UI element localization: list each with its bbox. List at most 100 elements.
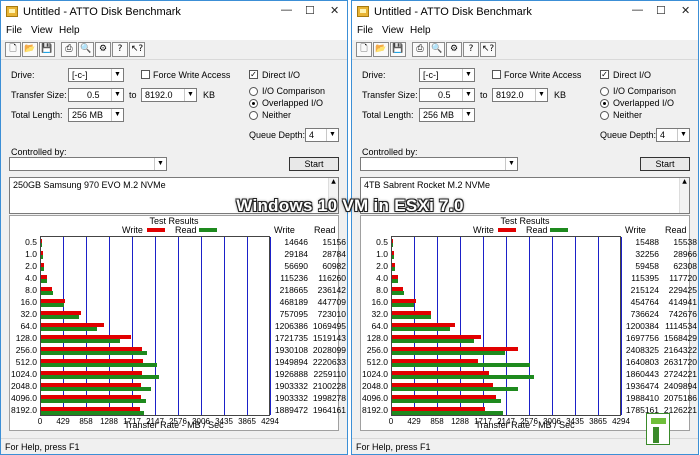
- controlled-by-select[interactable]: ▼: [9, 157, 167, 171]
- transfer-from-select[interactable]: 0.5 ▼: [419, 88, 475, 102]
- description-scrollbar[interactable]: ▲: [679, 178, 689, 213]
- chevron-down-icon: ▼: [111, 69, 123, 81]
- read-value: 447709: [317, 297, 346, 307]
- transfer-size-label: 2048.0: [362, 381, 388, 391]
- transfer-to-select[interactable]: 8192.0 ▼: [492, 88, 548, 102]
- description-textarea[interactable]: 4TB Sabrent Rocket M.2 NVMe ▲: [360, 177, 690, 214]
- neither-radio[interactable]: [600, 111, 609, 120]
- read-bar: [392, 255, 394, 259]
- transfer-from-value: 0.5: [87, 90, 100, 100]
- menu-view[interactable]: View: [382, 25, 404, 36]
- transfer-size-label: 4.0: [25, 273, 37, 283]
- read-value: 742676: [668, 309, 697, 319]
- print-icon[interactable]: ⎙: [412, 42, 428, 57]
- read-value: 1069495: [312, 321, 346, 331]
- io-comparison-radio[interactable]: [600, 87, 609, 96]
- drive-label: Drive:: [362, 70, 386, 80]
- help-icon[interactable]: ?: [112, 42, 128, 57]
- read-bar: [41, 315, 79, 319]
- description-scrollbar[interactable]: ▲: [328, 178, 338, 213]
- direct-io-checkbox[interactable]: ✓: [249, 70, 258, 79]
- context-help-icon[interactable]: ↖?: [129, 42, 145, 57]
- menu-view[interactable]: View: [31, 25, 53, 36]
- settings-icon[interactable]: ⚙: [95, 42, 111, 57]
- transfer-from-select[interactable]: 0.5 ▼: [68, 88, 124, 102]
- read-bar: [41, 411, 144, 415]
- print-preview-icon[interactable]: 🔍: [429, 42, 445, 57]
- drive-select[interactable]: [-c-] ▼: [68, 68, 124, 82]
- total-length-select[interactable]: 256 MB ▼: [68, 108, 124, 122]
- write-value: 1949894: [274, 357, 308, 367]
- queue-depth-select[interactable]: 4 ▼: [305, 128, 339, 142]
- read-bar: [392, 327, 451, 331]
- context-help-icon[interactable]: ↖?: [480, 42, 496, 57]
- settings-icon[interactable]: ⚙: [446, 42, 462, 57]
- start-button[interactable]: Start: [289, 157, 339, 171]
- menu-help[interactable]: Help: [59, 25, 80, 36]
- read-bar: [41, 279, 48, 283]
- x-tick-label: 0: [388, 417, 394, 426]
- force-write-access-label: Force Write Access: [153, 70, 231, 80]
- minimize-icon[interactable]: —: [632, 4, 643, 16]
- transfer-size-label: 4096.0: [11, 393, 37, 403]
- force-write-access-checkbox[interactable]: [141, 70, 150, 79]
- x-tick-label: 1717: [123, 417, 141, 426]
- read-bar: [41, 399, 146, 403]
- start-button[interactable]: Start: [640, 157, 690, 171]
- maximize-icon[interactable]: ☐: [305, 4, 315, 17]
- new-file-icon[interactable]: 🗋: [5, 42, 21, 57]
- app-icon: [357, 6, 369, 17]
- open-folder-icon[interactable]: 📂: [22, 42, 38, 57]
- new-file-icon[interactable]: 🗋: [356, 42, 372, 57]
- write-value: 115236: [280, 273, 308, 283]
- read-value: 116260: [318, 273, 346, 283]
- transfer-to-value: 8192.0: [496, 90, 524, 100]
- read-bar: [41, 267, 45, 271]
- read-bar: [392, 411, 504, 415]
- x-tick-label: 3435: [215, 417, 233, 426]
- transfer-to-select[interactable]: 8192.0 ▼: [141, 88, 197, 102]
- io-comparison-radio[interactable]: [249, 87, 258, 96]
- read-value: 2164322: [663, 345, 697, 355]
- controlled-by-select[interactable]: ▼: [360, 157, 518, 171]
- total-length-value: 256 MB: [423, 110, 455, 120]
- print-icon[interactable]: ⎙: [61, 42, 77, 57]
- neither-radio[interactable]: [249, 111, 258, 120]
- x-tick-label: 429: [56, 417, 70, 426]
- status-text: For Help, press F1: [356, 442, 431, 452]
- close-icon[interactable]: ✕: [681, 4, 690, 17]
- save-icon[interactable]: 💾: [39, 42, 55, 57]
- transfer-size-label: 2.0: [376, 261, 388, 271]
- menu-help[interactable]: Help: [410, 25, 431, 36]
- menu-bar: File View Help: [1, 23, 347, 40]
- controlled-by-label: Controlled by:: [362, 147, 418, 157]
- queue-depth-select[interactable]: 4 ▼: [656, 128, 690, 142]
- write-value: 757095: [279, 309, 308, 319]
- read-value: 229425: [668, 285, 697, 295]
- overlapped-io-label: Overlapped I/O: [262, 98, 324, 108]
- total-length-value: 256 MB: [72, 110, 104, 120]
- close-icon[interactable]: ✕: [330, 4, 339, 17]
- overlapped-io-radio[interactable]: [249, 99, 258, 108]
- total-length-select[interactable]: 256 MB ▼: [419, 108, 475, 122]
- minimize-icon[interactable]: —: [281, 4, 292, 16]
- force-write-access-checkbox[interactable]: [492, 70, 501, 79]
- read-value: 2028099: [312, 345, 346, 355]
- chevron-down-icon: ▼: [462, 69, 474, 81]
- description-textarea[interactable]: 250GB Samsung 970 EVO M.2 NVMe ▲: [9, 177, 339, 214]
- open-folder-icon[interactable]: 📂: [373, 42, 389, 57]
- overlapped-io-radio[interactable]: [600, 99, 609, 108]
- save-icon[interactable]: 💾: [390, 42, 406, 57]
- grid-line: [247, 237, 248, 415]
- window-title: Untitled - ATTO Disk Benchmark: [23, 6, 181, 18]
- maximize-icon[interactable]: ☐: [656, 4, 666, 17]
- menu-file[interactable]: File: [6, 25, 22, 36]
- help-icon[interactable]: ?: [463, 42, 479, 57]
- menu-file[interactable]: File: [357, 25, 373, 36]
- print-preview-icon[interactable]: 🔍: [78, 42, 94, 57]
- x-tick-label: 1288: [100, 417, 118, 426]
- drive-select[interactable]: [-c-] ▼: [419, 68, 475, 82]
- write-value: 1926888: [274, 369, 308, 379]
- legend-read-swatch: [199, 228, 217, 232]
- direct-io-checkbox[interactable]: ✓: [600, 70, 609, 79]
